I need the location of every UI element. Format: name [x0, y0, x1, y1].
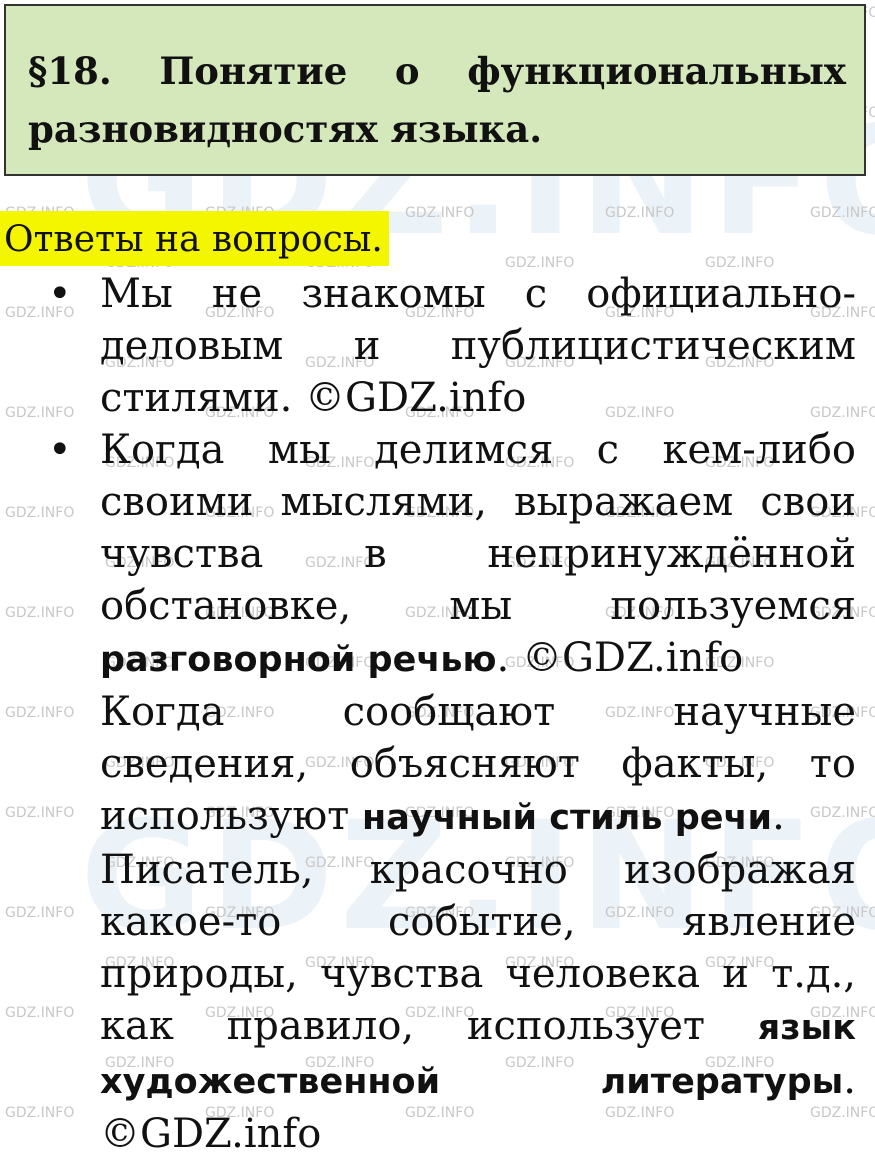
watermark-text: GDZ.INFO [405, 205, 475, 221]
answer-text: Когда мы делимся с кем-либо своими мысля… [100, 427, 856, 629]
answer-text: Мы не знакомы с официально-деловым и пуб… [100, 271, 856, 421]
watermark-text: GDZ.INFO [5, 905, 75, 921]
watermark-text: GDZ.INFO [5, 1105, 75, 1121]
section-title-box: §18. Понятие о функциональных разновидно… [4, 4, 866, 176]
watermark-text: GDZ.INFO [5, 705, 75, 721]
answer-item: Когда сообщают научные сведения, объясня… [100, 686, 856, 844]
watermark-text: GDZ.INFO [5, 605, 75, 621]
watermark-text: GDZ.INFO [605, 205, 675, 221]
answer-text-end: . ©GDZ.info [496, 635, 744, 681]
answer-text-end: . [772, 793, 785, 839]
answer-text: Писатель, красочно изображая какое-то со… [100, 847, 856, 1049]
answer-item: Мы не знакомы с официально-деловым и пуб… [48, 268, 856, 424]
watermark-text: GDZ.INFO [5, 505, 75, 521]
section-title: §18. Понятие о функциональных разновидно… [28, 49, 846, 151]
answers-list: Мы не знакомы с официально-деловым и пуб… [48, 268, 856, 1160]
answer-item: Когда мы делимся с кем-либо своими мысля… [48, 424, 856, 686]
watermark-text: GDZ.INFO [810, 205, 875, 221]
watermark-text: GDZ.INFO [5, 805, 75, 821]
answer-term: научный стиль речи [362, 798, 773, 838]
answer-item: Писатель, красочно изображая какое-то со… [100, 844, 856, 1160]
watermark-text: GDZ.INFO [5, 405, 75, 421]
watermark-text: GDZ.INFO [5, 1005, 75, 1021]
answers-heading: Ответы на вопросы. [0, 211, 389, 266]
answer-term: разговорной речью [100, 640, 497, 680]
